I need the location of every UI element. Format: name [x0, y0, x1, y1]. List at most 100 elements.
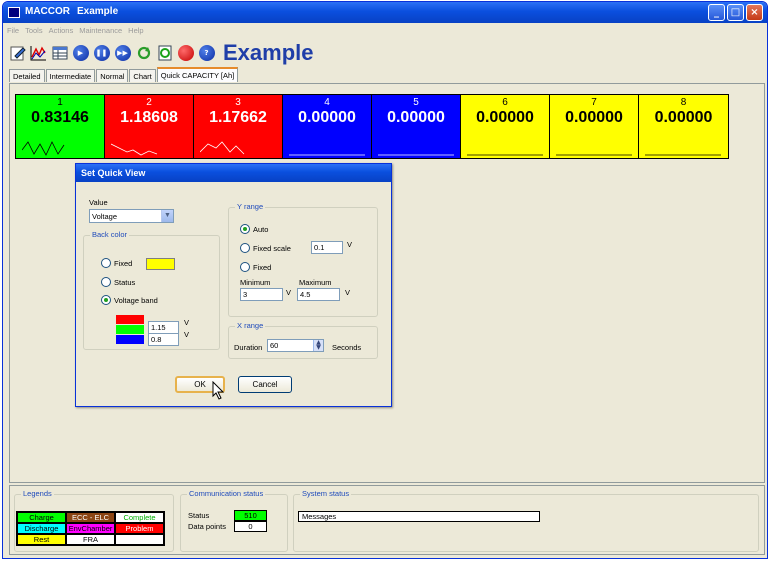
channel-sparkline	[289, 154, 365, 156]
channel-sparkline	[378, 154, 454, 156]
radio-button-selected[interactable]	[240, 224, 250, 234]
legend-item: Discharge	[17, 523, 66, 534]
menu-actions[interactable]: Actions	[49, 26, 74, 35]
fixed-color-swatch[interactable]	[146, 258, 175, 270]
menu-tools[interactable]: Tools	[25, 26, 43, 35]
set-quick-view-dialog: Set Quick View Value Voltage ▼ Back colo…	[75, 163, 392, 407]
table-view-icon[interactable]	[51, 45, 68, 62]
channel-4[interactable]: 4 0.00000	[283, 95, 372, 158]
channel-2[interactable]: 2 1.18608	[105, 95, 194, 158]
minimum-label: Minimum	[240, 278, 271, 287]
close-button[interactable]: ×	[746, 4, 763, 21]
title-bar[interactable]: MACCOR Example _ □ ×	[3, 2, 767, 23]
tab-bar: Detailed Intermediate Normal Chart Quick…	[9, 67, 239, 82]
data-points-value: 0	[234, 521, 267, 532]
radio-button[interactable]	[240, 262, 250, 272]
edit-procedure-icon[interactable]	[9, 45, 26, 62]
minimum-input[interactable]: 3	[240, 288, 283, 301]
dialog-title[interactable]: Set Quick View	[76, 164, 391, 182]
band-color-low[interactable]	[116, 335, 144, 344]
duration-spinner-icon[interactable]: ▲ ▼	[313, 340, 323, 351]
maximize-button[interactable]: □	[727, 4, 744, 21]
status-panel: Legends Charge ECC - ELC Complete Discharge…	[9, 485, 765, 555]
y-fixed-radio[interactable]: Fixed	[240, 262, 271, 272]
y-range-label: Y range	[235, 202, 266, 211]
tab-detailed[interactable]: Detailed	[9, 69, 45, 82]
pause-icon[interactable]: ❚❚	[93, 45, 110, 62]
legend-item: Charge	[17, 512, 66, 523]
channel-number: 1	[57, 97, 63, 108]
radio-button[interactable]	[240, 243, 250, 253]
channel-sparkline	[200, 141, 245, 155]
cancel-button[interactable]: Cancel	[238, 376, 292, 393]
channel-value: 0.00000	[387, 109, 445, 126]
channel-value: 0.00000	[298, 109, 356, 126]
comm-title: Communication status	[187, 489, 266, 498]
back-color-status-radio[interactable]: Status	[101, 277, 135, 287]
start-icon[interactable]: ▶	[72, 45, 89, 62]
resume-icon[interactable]: ▶▶	[114, 45, 131, 62]
minimize-button[interactable]: _	[708, 4, 725, 21]
doc-name: Example	[77, 6, 119, 17]
record-icon[interactable]	[177, 45, 194, 62]
tab-chart[interactable]: Chart	[129, 69, 156, 82]
auto-label: Auto	[253, 224, 269, 234]
messages-box[interactable]: Messages	[298, 511, 540, 522]
y-fixed-scale-radio[interactable]: Fixed scale	[240, 243, 291, 253]
menu-maintenance[interactable]: Maintenance	[79, 26, 122, 35]
legend-item: Problem	[115, 523, 164, 534]
radio-button-selected[interactable]	[101, 295, 111, 305]
menu-bar: File Tools Actions Maintenance Help	[7, 26, 144, 35]
value-select[interactable]: Voltage ▼	[89, 209, 174, 223]
channel-number: 3	[235, 97, 241, 108]
channel-5[interactable]: 5 0.00000	[372, 95, 461, 158]
help-icon[interactable]: ?	[198, 45, 215, 62]
chevron-down-icon[interactable]: ▼	[161, 210, 173, 222]
status-label: Status	[114, 277, 136, 287]
voltage-band-label: Voltage band	[114, 295, 158, 305]
reload-icon[interactable]	[156, 45, 173, 62]
channel-sparkline	[22, 141, 65, 156]
channel-8[interactable]: 8 0.00000	[639, 95, 728, 158]
channel-number: 2	[146, 97, 152, 108]
duration-value: 60	[270, 341, 279, 350]
tab-intermediate[interactable]: Intermediate	[45, 69, 96, 82]
y-auto-radio[interactable]: Auto	[240, 224, 268, 234]
fixed-scale-input[interactable]: 0.1	[311, 241, 343, 254]
channel-3[interactable]: 3 1.17662	[194, 95, 283, 158]
channel-number: 5	[413, 97, 419, 108]
legend-table: Charge ECC - ELC Complete Discharge EnvChamb…	[16, 511, 165, 546]
band-lower-unit: V	[184, 330, 190, 339]
maximum-label: Maximum	[299, 278, 332, 287]
channel-6[interactable]: 6 0.00000	[461, 95, 550, 158]
graph-icon[interactable]	[30, 45, 47, 62]
tab-quick-capacity[interactable]: Quick CAPACITY [Ah]	[156, 67, 239, 82]
band-upper-unit: V	[184, 318, 190, 327]
refresh-icon[interactable]	[135, 45, 152, 62]
band-color-high[interactable]	[116, 315, 144, 324]
channel-value: 1.17662	[209, 109, 267, 126]
toolbar: ▶ ❚❚ ▶▶ ? Example	[9, 40, 314, 66]
x-range-label: X range	[235, 321, 266, 330]
menu-file[interactable]: File	[7, 26, 19, 35]
band-lower-input[interactable]: 0.8	[148, 333, 179, 346]
legend-item	[115, 534, 164, 545]
y-fixed-label: Fixed	[253, 262, 272, 272]
channel-1[interactable]: 1 0.83146	[16, 95, 105, 158]
tab-normal[interactable]: Normal	[96, 69, 129, 82]
back-color-fixed-radio[interactable]: Fixed	[101, 258, 132, 268]
radio-button[interactable]	[101, 258, 111, 268]
radio-button[interactable]	[101, 277, 111, 287]
maximum-input[interactable]: 4.5	[297, 288, 340, 301]
maximum-unit: V	[345, 288, 351, 297]
back-color-voltage-band-radio[interactable]: Voltage band	[101, 295, 158, 305]
channel-7[interactable]: 7 0.00000	[550, 95, 639, 158]
channel-number: 8	[680, 97, 687, 108]
back-color-label: Back color	[90, 230, 130, 239]
menu-help[interactable]: Help	[128, 26, 143, 35]
channel-sparkline	[645, 154, 721, 156]
channel-sparkline	[111, 143, 158, 156]
legend-item: FRA	[66, 534, 115, 545]
band-color-mid[interactable]	[116, 325, 144, 334]
mouse-cursor-icon	[212, 381, 225, 400]
